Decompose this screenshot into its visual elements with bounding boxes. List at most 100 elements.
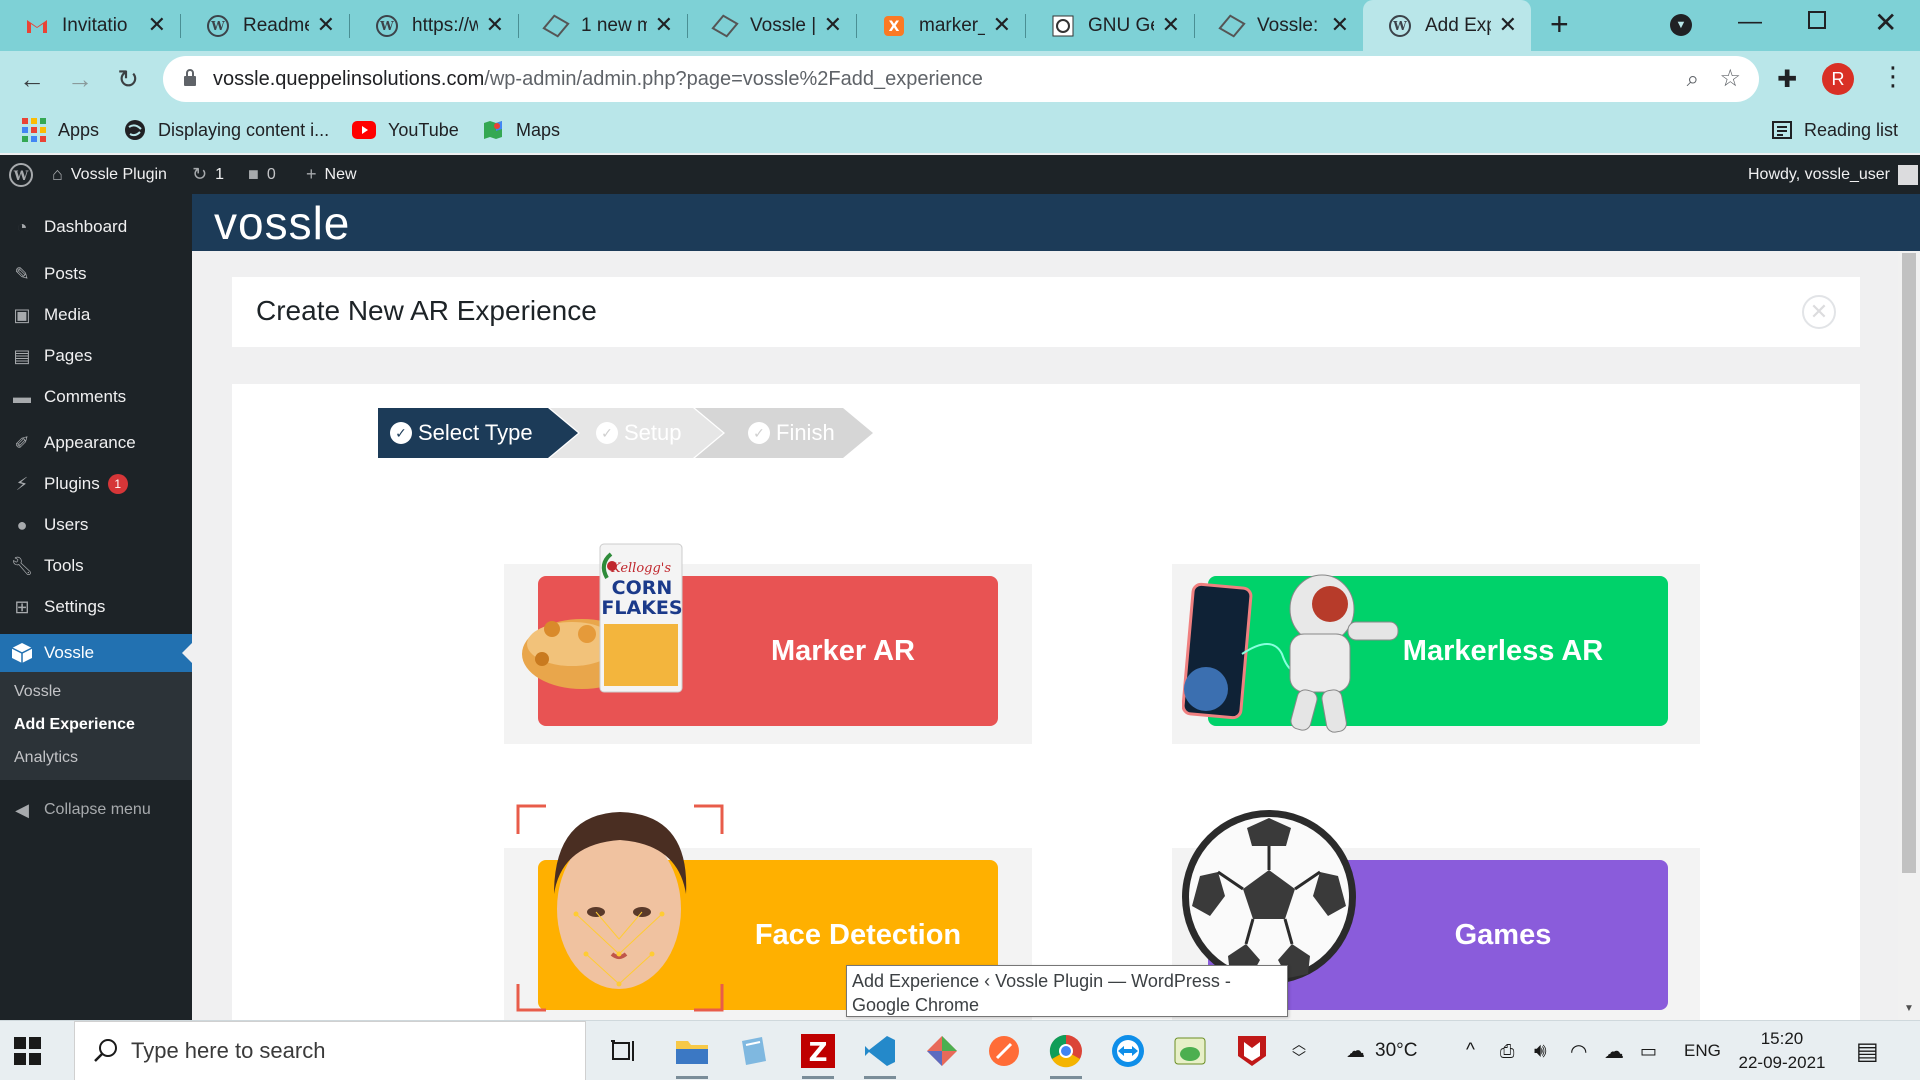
sidebar-item-dashboard[interactable]: ◔ Dashboard (0, 208, 192, 246)
back-icon[interactable]: ← (14, 61, 50, 97)
bookmark-apps[interactable]: Apps (22, 107, 99, 153)
tray-overflow-icon[interactable]: ︿ ﹀ (1292, 1021, 1306, 1080)
bookmark-youtube[interactable]: YouTube (352, 107, 459, 153)
postman-icon[interactable] (982, 1029, 1026, 1073)
file-explorer-icon[interactable] (670, 1029, 714, 1079)
sidebar-item-plugins[interactable]: ⚡ Plugins 1 (0, 465, 192, 503)
sidebar-item-pages[interactable]: ▤ Pages (0, 337, 192, 375)
bookmark-displaying-content[interactable]: Displaying content i... (124, 107, 329, 153)
admin-updates[interactable]: ↻ 1 (192, 155, 224, 194)
submenu-analytics[interactable]: Analytics (14, 749, 78, 767)
youtube-icon (352, 121, 376, 139)
minimize-icon[interactable]: — (1738, 8, 1762, 36)
globe-icon (124, 119, 146, 141)
sidebar-item-appearance[interactable]: ✐ Appearance (0, 424, 192, 462)
bookmark-label: Displaying content i... (158, 119, 330, 140)
collapse-menu-button[interactable]: ◀ Collapse menu (0, 791, 192, 829)
sidebar-item-tools[interactable]: 🔧︎ Tools (0, 547, 192, 585)
battery-icon[interactable]: ▭ (1640, 1021, 1657, 1080)
cube-icon (10, 641, 34, 665)
onedrive-icon[interactable]: ☁ (1604, 1021, 1624, 1080)
close-icon[interactable]: ✕ (1802, 295, 1836, 329)
submenu-vossle[interactable]: Vossle (14, 683, 61, 701)
task-view-icon[interactable] (602, 1029, 646, 1073)
submenu-add-experience[interactable]: Add Experience (14, 716, 135, 734)
admin-comments[interactable]: ■ 0 (248, 155, 276, 194)
new-tab-button[interactable]: + (1550, 6, 1569, 43)
sidebar-item-label: Dashboard (44, 217, 128, 236)
page-scrollbar[interactable]: ▼ (1898, 251, 1920, 1020)
windows-start-icon[interactable] (14, 1037, 42, 1065)
filezilla-icon[interactable]: Z (796, 1029, 840, 1079)
notifications-icon[interactable]: ▤ (1856, 1021, 1879, 1080)
volume-icon[interactable]: 🔊︎ (1534, 1021, 1547, 1080)
forward-icon[interactable]: → (62, 61, 98, 97)
tab-invitation[interactable]: Invitation ✕ (0, 0, 180, 51)
sidebar-item-label: Comments (44, 387, 127, 406)
menu-icon[interactable]: ⋮ (1880, 61, 1906, 92)
browser-tab-strip: Invitation ✕ W Readme ✕ W https://w ✕ 1 … (0, 0, 1920, 51)
weather-widget[interactable]: ☁ 30°C (1346, 1021, 1417, 1080)
close-tab-icon[interactable]: ✕ (148, 12, 166, 38)
close-tab-icon[interactable]: ✕ (317, 12, 335, 38)
taskbar-clock[interactable]: 15:20 22-09-2021 (1730, 1027, 1834, 1075)
sidebar-item-settings[interactable]: ⊞ Settings (0, 588, 192, 626)
title-card: Create New AR Experience ✕ (232, 277, 1860, 347)
close-window-icon[interactable]: ✕ (1874, 6, 1897, 39)
close-tab-icon[interactable]: ✕ (1499, 12, 1517, 38)
profile-avatar[interactable]: R (1822, 63, 1854, 95)
wp-logo-icon[interactable]: W (8, 155, 34, 194)
close-tab-icon[interactable]: ✕ (655, 12, 673, 38)
tab-readme[interactable]: W Readme ✕ (181, 0, 349, 51)
tile-label: Games (1454, 918, 1552, 951)
bookmark-maps[interactable]: Maps (482, 107, 560, 153)
show-hidden-icons[interactable]: ^ (1466, 1021, 1475, 1080)
sidebar-item-comments[interactable]: ▬ Comments (0, 378, 192, 416)
admin-new[interactable]: + New (306, 155, 357, 194)
app-diamond-icon[interactable] (920, 1029, 964, 1073)
taskbar-search-box[interactable]: Type here to search (74, 1021, 586, 1080)
mcafee-icon[interactable] (1230, 1029, 1274, 1073)
current-menu-arrow (182, 643, 192, 663)
wifi-icon[interactable]: ◠ (1570, 1021, 1587, 1080)
meet-now-icon[interactable]: ⎙ (1500, 1021, 1514, 1080)
vscode-icon[interactable] (858, 1029, 902, 1079)
scroll-down-icon[interactable]: ▼ (1904, 1003, 1914, 1014)
tab-marker[interactable]: X marker_a ✕ (857, 0, 1025, 51)
tab-vossle[interactable]: Vossle | E ✕ (688, 0, 856, 51)
restore-icon[interactable] (1808, 11, 1826, 29)
tab-search-icon[interactable]: ▼ (1670, 14, 1692, 36)
bookmark-star-icon[interactable]: ☆ (1719, 64, 1741, 93)
sidebar-item-vossle[interactable]: Vossle (0, 634, 192, 672)
teamviewer-icon[interactable] (1106, 1029, 1150, 1073)
reading-list-button[interactable]: Reading list (1772, 107, 1898, 153)
chrome-icon[interactable] (1044, 1029, 1088, 1079)
zoom-icon[interactable]: ⌕ (1687, 66, 1699, 92)
close-tab-icon[interactable]: ✕ (486, 12, 504, 38)
tab-gnu[interactable]: GNU Gen ✕ (1026, 0, 1194, 51)
sidebar-item-media[interactable]: ▣ Media (0, 296, 192, 334)
notepad-icon[interactable] (732, 1029, 776, 1073)
close-tab-icon[interactable]: ✕ (1162, 12, 1180, 38)
apps-grid-icon (22, 118, 46, 142)
tab-vossle-c[interactable]: Vossle: C ✕ (1195, 0, 1363, 51)
admin-account[interactable]: Howdy, vossle_user (1748, 155, 1918, 194)
language-indicator[interactable]: ENG (1684, 1021, 1721, 1080)
tab-https[interactable]: W https://w ✕ (350, 0, 518, 51)
scrollbar-thumb[interactable] (1902, 253, 1916, 873)
admin-site-name[interactable]: ⌂ Vossle Plugin (52, 155, 167, 194)
new-label: New (324, 165, 357, 183)
tab-add-experience[interactable]: W Add Expe ✕ (1363, 0, 1531, 51)
close-tab-icon[interactable]: ✕ (824, 12, 842, 38)
step-finish: ✓ Finish (748, 408, 835, 458)
comments-icon: ▬ (13, 386, 31, 407)
sidebar-item-posts[interactable]: ✎ Posts (0, 255, 192, 293)
close-tab-icon[interactable]: ✕ (993, 12, 1011, 38)
app-frog-icon[interactable] (1168, 1029, 1212, 1073)
extensions-icon[interactable]: ✚ (1777, 65, 1797, 94)
sidebar-item-users[interactable]: ● Users (0, 506, 192, 544)
reload-icon[interactable]: ↻ (110, 61, 146, 97)
tab-new-message[interactable]: 1 new me ✕ (519, 0, 687, 51)
close-tab-icon[interactable]: ✕ (1331, 12, 1349, 38)
address-bar[interactable]: vossle.queppelinsolutions.com/wp-admin/a… (163, 56, 1759, 102)
